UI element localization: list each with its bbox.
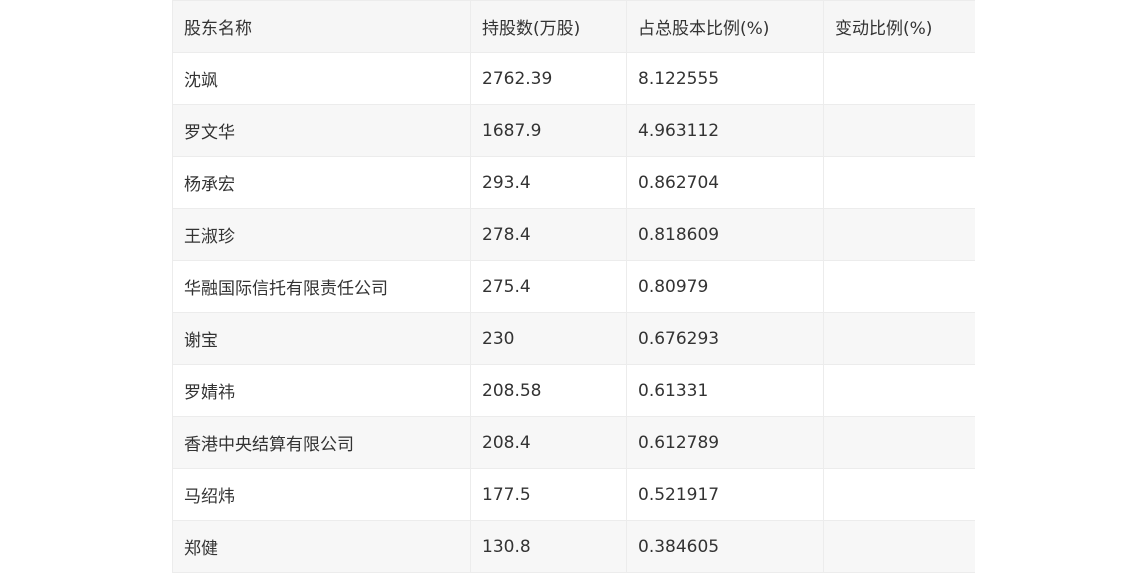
cell-change-ratio: [823, 52, 975, 105]
cell-shareholder-name: 香港中央结算有限公司: [172, 416, 471, 469]
cell-shareholder-name: 罗文华: [172, 104, 471, 157]
header-row: 股东名称 持股数(万股) 占总股本比例(%) 变动比例(%): [172, 0, 975, 53]
table-row: 沈飒 2762.39 8.122555: [172, 52, 975, 105]
table-row: 杨承宏 293.4 0.862704: [172, 156, 975, 209]
cell-share-ratio: 0.80979: [626, 260, 824, 313]
cell-shareholder-name: 王淑珍: [172, 208, 471, 261]
cell-shares: 275.4: [470, 260, 627, 313]
table-body: 沈飒 2762.39 8.122555 罗文华 1687.9 4.963112 …: [172, 52, 975, 573]
cell-share-ratio: 4.963112: [626, 104, 824, 157]
cell-shares: 208.58: [470, 364, 627, 417]
table-row: 马绍炜 177.5 0.521917: [172, 468, 975, 521]
cell-change-ratio: [823, 208, 975, 261]
table-row: 香港中央结算有限公司 208.4 0.612789: [172, 416, 975, 469]
cell-shares: 278.4: [470, 208, 627, 261]
table-row: 王淑珍 278.4 0.818609: [172, 208, 975, 261]
table-row: 华融国际信托有限责任公司 275.4 0.80979: [172, 260, 975, 313]
cell-change-ratio: [823, 260, 975, 313]
cell-shareholder-name: 华融国际信托有限责任公司: [172, 260, 471, 313]
header-shareholder-name: 股东名称: [172, 0, 471, 53]
shareholder-table: 股东名称 持股数(万股) 占总股本比例(%) 变动比例(%) 沈飒 2762.3…: [172, 0, 975, 573]
cell-shares: 230: [470, 312, 627, 365]
cell-share-ratio: 0.61331: [626, 364, 824, 417]
table-row: 谢宝 230 0.676293: [172, 312, 975, 365]
cell-shareholder-name: 沈飒: [172, 52, 471, 105]
cell-change-ratio: [823, 416, 975, 469]
cell-shareholder-name: 马绍炜: [172, 468, 471, 521]
cell-share-ratio: 0.612789: [626, 416, 824, 469]
cell-shares: 130.8: [470, 520, 627, 573]
cell-share-ratio: 0.862704: [626, 156, 824, 209]
cell-shareholder-name: 郑健: [172, 520, 471, 573]
cell-shareholder-name: 罗婧祎: [172, 364, 471, 417]
table-header: 股东名称 持股数(万股) 占总股本比例(%) 变动比例(%): [172, 0, 975, 53]
cell-share-ratio: 0.521917: [626, 468, 824, 521]
cell-shares: 208.4: [470, 416, 627, 469]
cell-change-ratio: [823, 156, 975, 209]
cell-change-ratio: [823, 364, 975, 417]
header-shares: 持股数(万股): [470, 0, 627, 53]
cell-shareholder-name: 谢宝: [172, 312, 471, 365]
cell-share-ratio: 0.676293: [626, 312, 824, 365]
cell-share-ratio: 0.818609: [626, 208, 824, 261]
cell-shareholder-name: 杨承宏: [172, 156, 471, 209]
cell-change-ratio: [823, 520, 975, 573]
header-share-ratio: 占总股本比例(%): [626, 0, 824, 53]
cell-share-ratio: 0.384605: [626, 520, 824, 573]
header-change-ratio: 变动比例(%): [823, 0, 975, 53]
table-row: 罗婧祎 208.58 0.61331: [172, 364, 975, 417]
table-row: 罗文华 1687.9 4.963112: [172, 104, 975, 157]
cell-shares: 2762.39: [470, 52, 627, 105]
table-row: 郑健 130.8 0.384605: [172, 520, 975, 573]
cell-share-ratio: 8.122555: [626, 52, 824, 105]
shareholder-table-container: 股东名称 持股数(万股) 占总股本比例(%) 变动比例(%) 沈飒 2762.3…: [172, 0, 975, 576]
cell-shares: 1687.9: [470, 104, 627, 157]
cell-change-ratio: [823, 468, 975, 521]
cell-shares: 177.5: [470, 468, 627, 521]
cell-shares: 293.4: [470, 156, 627, 209]
cell-change-ratio: [823, 312, 975, 365]
cell-change-ratio: [823, 104, 975, 157]
